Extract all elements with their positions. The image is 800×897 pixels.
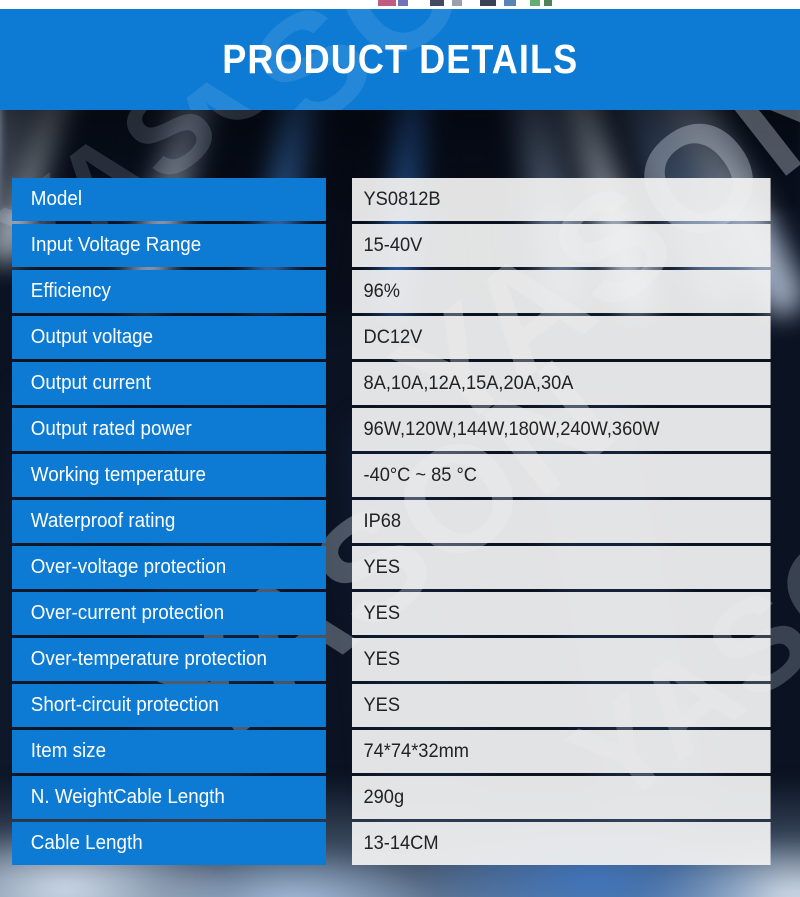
spec-label: N. WeightCable Length: [12, 776, 326, 819]
spec-label: Model: [12, 178, 326, 221]
spec-value: YES: [352, 592, 771, 635]
spec-label: Efficiency: [12, 270, 326, 313]
specification-table: Model YS0812B Input Voltage Range 15-40V…: [12, 178, 788, 868]
spec-label: Input Voltage Range: [12, 224, 326, 267]
table-row: Item size 74*74*32mm: [12, 730, 788, 773]
spec-value: YES: [352, 546, 771, 589]
spec-value: 96W,120W,144W,180W,240W,360W: [352, 408, 771, 451]
spec-value: YES: [352, 684, 771, 727]
table-row: Short-circuit protection YES: [12, 684, 788, 727]
table-row: Output current 8A,10A,12A,15A,20A,30A: [12, 362, 788, 405]
spec-label: Short-circuit protection: [12, 684, 326, 727]
spec-value: YES: [352, 638, 771, 681]
table-row: Cable Length 13-14CM: [12, 822, 788, 865]
table-row: Over-current protection YES: [12, 592, 788, 635]
product-details-page: YASON YASON YASON YASON YASON PRODUCT DE…: [0, 0, 800, 897]
spec-label: Output rated power: [12, 408, 326, 451]
spec-value: DC12V: [352, 316, 771, 359]
spec-value: 13-14CM: [352, 822, 771, 865]
spec-value: -40°C ~ 85 °C: [352, 454, 771, 497]
spec-value: 74*74*32mm: [352, 730, 771, 773]
spec-label: Working temperature: [12, 454, 326, 497]
spec-label: Waterproof rating: [12, 500, 326, 543]
table-row: Over-temperature protection YES: [12, 638, 788, 681]
table-row: Input Voltage Range 15-40V: [12, 224, 788, 267]
spec-value: IP68: [352, 500, 771, 543]
spec-value: YS0812B: [352, 178, 771, 221]
spec-label: Over-voltage protection: [12, 546, 326, 589]
spec-label: Output current: [12, 362, 326, 405]
spec-value: 96%: [352, 270, 771, 313]
table-row: Over-voltage protection YES: [12, 546, 788, 589]
spec-value: 15-40V: [352, 224, 771, 267]
spec-label: Output voltage: [12, 316, 326, 359]
page-title: PRODUCT DETAILS: [222, 36, 578, 82]
table-row: Working temperature -40°C ~ 85 °C: [12, 454, 788, 497]
table-row: Output rated power 96W,120W,144W,180W,24…: [12, 408, 788, 451]
table-row: Efficiency 96%: [12, 270, 788, 313]
spec-value: 8A,10A,12A,15A,20A,30A: [352, 362, 771, 405]
table-row: N. WeightCable Length 290g: [12, 776, 788, 819]
spec-label: Over-temperature protection: [12, 638, 326, 681]
section-header-banner: YASON PRODUCT DETAILS: [0, 9, 800, 110]
table-row: Model YS0812B: [12, 178, 788, 221]
table-row: Output voltage DC12V: [12, 316, 788, 359]
spec-label: Cable Length: [12, 822, 326, 865]
table-row: Waterproof rating IP68: [12, 500, 788, 543]
spec-label: Item size: [12, 730, 326, 773]
spec-label: Over-current protection: [12, 592, 326, 635]
spec-value: 290g: [352, 776, 771, 819]
